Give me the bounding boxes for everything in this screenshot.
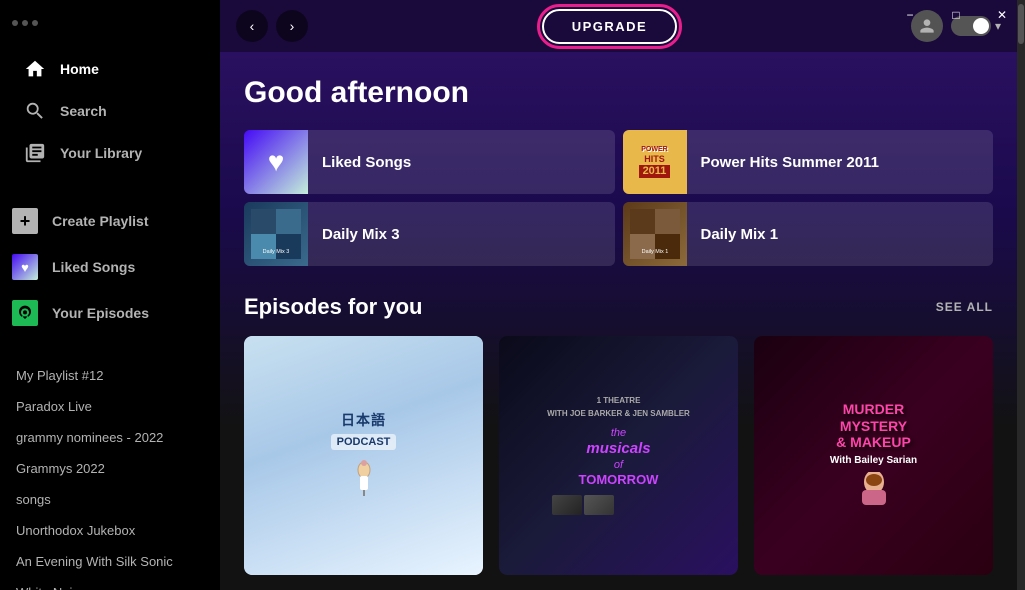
nav-arrows: ‹ › [236, 10, 308, 42]
sidebar-item-your-episodes[interactable]: Your Episodes [0, 290, 220, 336]
greeting: Good afternoon [244, 76, 993, 110]
action-label: Your Episodes [52, 305, 149, 321]
quick-item-liked-songs[interactable]: ♥ Liked Songs [244, 130, 615, 194]
nav-label: Home [60, 61, 99, 77]
daily-mix-1-cover: Daily Mix 1 [623, 202, 687, 266]
quick-item-label: Daily Mix 1 [687, 226, 793, 243]
episodes-grid: 日本語 PODCAST [244, 336, 993, 575]
search-icon [24, 100, 46, 122]
episode-card-3[interactable]: MURDERMYSTERY& MAKEUP With Bailey Sarian [754, 336, 993, 575]
playlist-list: My Playlist #12 Paradox Live grammy nomi… [0, 352, 220, 590]
quick-item-label: Liked Songs [308, 154, 425, 171]
episode-card-1[interactable]: 日本語 PODCAST [244, 336, 483, 575]
svg-text:Daily Mix 3: Daily Mix 3 [263, 249, 290, 255]
quick-grid: ♥ Liked Songs POWER HITS 2011 Power Hits… [244, 130, 993, 266]
menu-dot [12, 20, 18, 26]
back-button[interactable]: ‹ [236, 10, 268, 42]
maximize-button[interactable]: □ [933, 0, 979, 30]
podcast-icon [12, 300, 38, 326]
power-hits-thumb: POWER HITS 2011 [623, 130, 687, 194]
action-label: Create Playlist [52, 213, 149, 229]
library-icon [24, 142, 46, 164]
quick-item-daily-mix-3[interactable]: Daily Mix 3 Daily Mix 3 [244, 202, 615, 266]
add-icon: + [12, 208, 38, 234]
list-item[interactable]: Unorthodox Jukebox [0, 515, 220, 546]
menu-dot [32, 20, 38, 26]
power-hits-cover: POWER HITS 2011 [623, 130, 687, 194]
home-icon [24, 58, 46, 80]
see-all-button[interactable]: SEE ALL [936, 300, 993, 314]
episode-thumb-3: MURDERMYSTERY& MAKEUP With Bailey Sarian [754, 336, 993, 575]
daily-mix-3-cover: Daily Mix 3 [244, 202, 308, 266]
sidebar-item-library[interactable]: Your Library [12, 132, 208, 174]
episode-thumb-1: 日本語 PODCAST [244, 336, 483, 575]
app-container: Home Search Your Library + Create Playli… [0, 0, 1025, 590]
scrollbar-right[interactable] [1017, 0, 1025, 590]
list-item[interactable]: An Evening With Silk Sonic [0, 546, 220, 577]
action-label: Liked Songs [52, 259, 135, 275]
quick-item-power-hits[interactable]: POWER HITS 2011 Power Hits Summer 2011 [623, 130, 994, 194]
daily-mix-3-thumb: Daily Mix 3 [244, 202, 308, 266]
list-item[interactable]: Grammys 2022 [0, 453, 220, 484]
minimize-button[interactable]: − [887, 0, 933, 30]
episode-cover-3: MURDERMYSTERY& MAKEUP With Bailey Sarian [754, 336, 993, 575]
list-item[interactable]: Paradox Live [0, 391, 220, 422]
forward-button[interactable]: › [276, 10, 308, 42]
main-content: ‹ › UPGRADE ▾ Good afternoon [220, 0, 1017, 590]
episode-thumb-2: 1 THEATRE WITH JOE BARKER & JEN SAMBLER … [499, 336, 738, 575]
nav-label: Search [60, 103, 107, 119]
sidebar-item-home[interactable]: Home [12, 48, 208, 90]
episode-card-2[interactable]: 1 THEATRE WITH JOE BARKER & JEN SAMBLER … [499, 336, 738, 575]
list-item[interactable]: White Noise [0, 577, 220, 590]
quick-item-label: Power Hits Summer 2011 [687, 154, 893, 171]
episode-cover-1: 日本語 PODCAST [244, 336, 483, 575]
content-area: Good afternoon ♥ Liked Songs POWER HITS … [220, 52, 1017, 590]
sidebar-item-liked-songs[interactable]: ♥ Liked Songs [0, 244, 220, 290]
list-item[interactable]: songs [0, 484, 220, 515]
sidebar-item-search[interactable]: Search [12, 90, 208, 132]
menu-dot [22, 20, 28, 26]
quick-item-label: Daily Mix 3 [308, 226, 414, 243]
list-item[interactable]: grammy nominees - 2022 [0, 422, 220, 453]
close-button[interactable]: ✕ [979, 0, 1025, 30]
episodes-section-header: Episodes for you SEE ALL [244, 294, 993, 320]
episode-cover-2: 1 THEATRE WITH JOE BARKER & JEN SAMBLER … [499, 336, 738, 575]
sidebar: Home Search Your Library + Create Playli… [0, 0, 220, 590]
heart-icon: ♥ [12, 254, 38, 280]
quick-item-daily-mix-1[interactable]: Daily Mix 1 Daily Mix 1 [623, 202, 994, 266]
sidebar-item-create-playlist[interactable]: + Create Playlist [0, 198, 220, 244]
daily-mix-1-thumb: Daily Mix 1 [623, 202, 687, 266]
nav-label: Your Library [60, 145, 142, 161]
liked-songs-thumb: ♥ [244, 130, 308, 194]
list-item[interactable]: My Playlist #12 [0, 360, 220, 391]
episodes-title: Episodes for you [244, 294, 422, 320]
upgrade-button[interactable]: UPGRADE [542, 9, 678, 44]
window-menu[interactable] [12, 16, 208, 30]
title-bar: − □ ✕ [887, 0, 1025, 30]
svg-text:Daily Mix 1: Daily Mix 1 [641, 249, 668, 255]
